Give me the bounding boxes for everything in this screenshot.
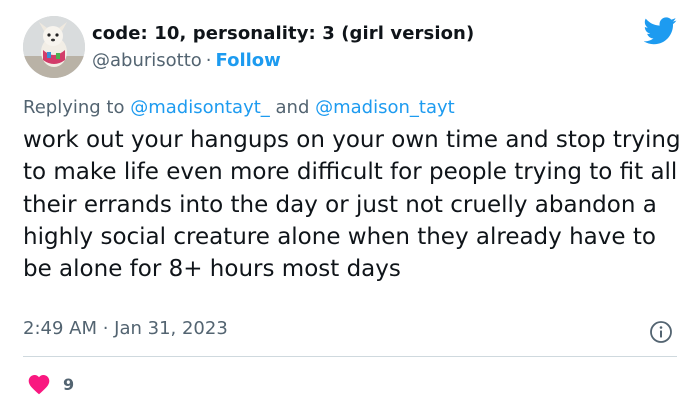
tweet-card: code: 10, personality: 3 (girl version) …: [0, 0, 700, 410]
display-name[interactable]: code: 10, personality: 3 (girl version): [92, 23, 474, 44]
tweet-timestamp[interactable]: 2:49 AM · Jan 31, 2023: [23, 318, 228, 339]
replying-to-prefix: Replying to: [23, 97, 131, 118]
avatar[interactable]: [23, 16, 85, 78]
mention-link-1[interactable]: @madisontayt_: [130, 97, 270, 118]
separator-dot: ·: [205, 50, 212, 71]
replying-to: Replying to @madisontayt_ and @madison_t…: [23, 97, 455, 118]
handle-row: @aburisotto · Follow: [92, 50, 281, 71]
user-handle[interactable]: @aburisotto: [92, 50, 202, 71]
heart-icon: [28, 375, 50, 395]
avatar-dog-image: [23, 16, 85, 78]
tweet-text: work out your hangups on your own time a…: [23, 127, 681, 283]
mention-link-2[interactable]: @madison_tayt: [315, 97, 455, 118]
divider: [23, 356, 677, 357]
twitter-bird-icon[interactable]: [644, 17, 677, 45]
follow-button[interactable]: Follow: [216, 50, 281, 71]
replying-to-and: and: [269, 97, 316, 118]
like-count: 9: [63, 374, 75, 394]
info-icon[interactable]: [649, 320, 673, 344]
like-button[interactable]: 9: [27, 373, 74, 395]
